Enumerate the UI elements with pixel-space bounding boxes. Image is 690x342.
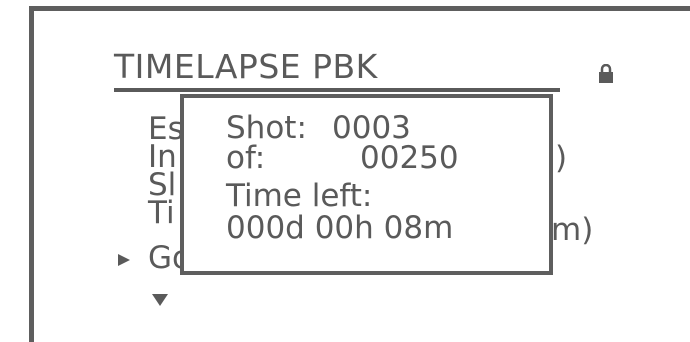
lcd-screen: TIMELAPSE PBK Es In Sl Ti Go ) m) Shot: … <box>0 0 690 342</box>
menu-item-3[interactable]: Ti <box>148 198 175 229</box>
triangle-right-icon <box>118 254 130 266</box>
shot-label: Shot: <box>226 110 307 146</box>
menu-item-3-suffix: m) <box>551 212 594 248</box>
triangle-down-icon[interactable] <box>151 293 169 307</box>
lock-icon <box>599 64 613 83</box>
screen-border-left <box>29 6 34 342</box>
of-label: of: <box>226 140 266 176</box>
page-title: TIMELAPSE PBK <box>114 47 378 86</box>
title-underline <box>114 88 560 92</box>
shot-value: 0003 <box>332 110 411 146</box>
timelapse-status-popup: Shot: 0003 of: 00250 Time left: 000d 00h… <box>180 94 553 275</box>
menu-item-1-suffix: ) <box>555 140 568 176</box>
of-value: 00250 <box>360 140 459 176</box>
time-left-label: Time left: <box>226 178 373 214</box>
time-left-value: 000d 00h 08m <box>226 210 454 246</box>
screen-border-top <box>29 6 690 11</box>
